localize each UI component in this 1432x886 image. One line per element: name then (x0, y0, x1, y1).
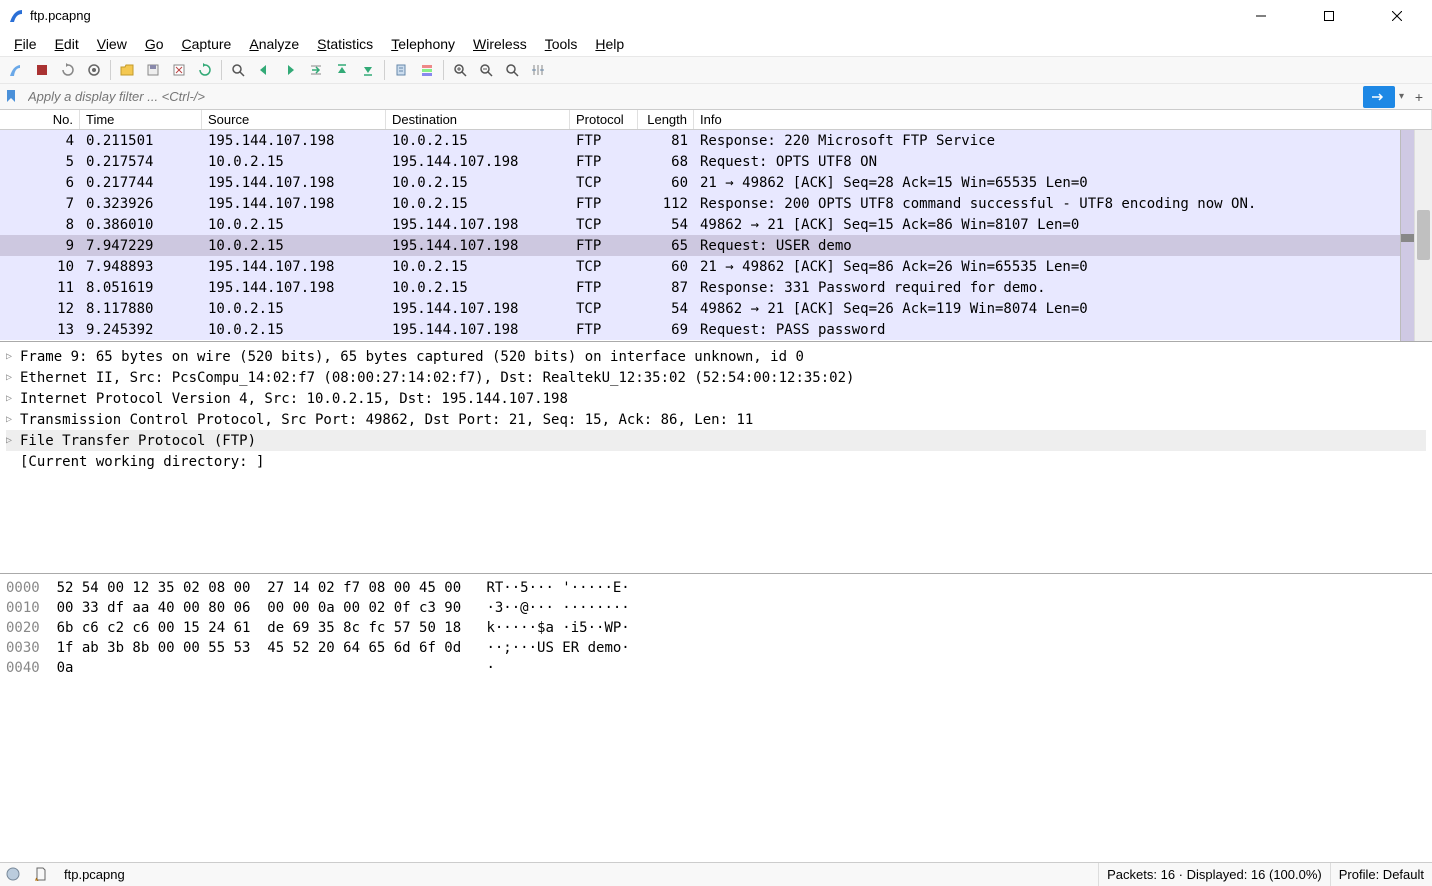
packet-row[interactable]: 70.323926195.144.107.19810.0.2.15FTP112R… (0, 193, 1432, 214)
goto-first-icon[interactable] (330, 58, 354, 82)
reload-icon[interactable] (193, 58, 217, 82)
hex-row[interactable]: 0000 52 54 00 12 35 02 08 00 27 14 02 f7… (6, 578, 1426, 598)
find-packet-icon[interactable] (226, 58, 250, 82)
zoom-reset-icon[interactable] (500, 58, 524, 82)
packet-row[interactable]: 128.11788010.0.2.15195.144.107.198TCP544… (0, 298, 1432, 319)
display-filter-input[interactable] (24, 86, 1359, 108)
menu-capture[interactable]: Capture (174, 34, 240, 54)
menu-statistics[interactable]: Statistics (309, 34, 381, 54)
menu-help[interactable]: Help (587, 34, 632, 54)
packet-row[interactable]: 139.24539210.0.2.15195.144.107.198FTP69R… (0, 319, 1432, 340)
column-length[interactable]: Length (638, 110, 694, 129)
packet-bytes-pane: 0000 52 54 00 12 35 02 08 00 27 14 02 f7… (0, 574, 1432, 862)
detail-text: Frame 9: 65 bytes on wire (520 bits), 65… (20, 349, 804, 365)
column-time[interactable]: Time (80, 110, 202, 129)
expand-caret-icon[interactable]: ▷ (6, 351, 20, 362)
close-file-icon[interactable] (167, 58, 191, 82)
packet-list-pane: No. Time Source Destination Protocol Len… (0, 110, 1432, 342)
colorize-icon[interactable] (415, 58, 439, 82)
detail-text: [Current working directory: ] (20, 454, 264, 470)
filter-expression-button[interactable] (1363, 86, 1395, 108)
status-file: ftp.pcapng (56, 863, 1099, 886)
filter-dropdown-icon[interactable]: ▾ (1395, 91, 1408, 102)
detail-node[interactable]: ▷Ethernet II, Src: PcsCompu_14:02:f7 (08… (6, 367, 1426, 388)
zoom-in-icon[interactable] (448, 58, 472, 82)
detail-node[interactable]: ▷Internet Protocol Version 4, Src: 10.0.… (6, 388, 1426, 409)
packet-minimap[interactable] (1400, 130, 1414, 341)
save-file-icon[interactable] (141, 58, 165, 82)
packet-row[interactable]: 97.94722910.0.2.15195.144.107.198FTP65Re… (0, 235, 1432, 256)
column-destination[interactable]: Destination (386, 110, 570, 129)
goto-packet-icon[interactable] (304, 58, 328, 82)
add-filter-button[interactable]: + (1410, 86, 1428, 108)
start-capture-icon[interactable] (4, 58, 28, 82)
autoscroll-icon[interactable] (389, 58, 413, 82)
menu-view[interactable]: View (89, 34, 135, 54)
expand-caret-icon[interactable]: ▷ (6, 435, 20, 446)
menu-file[interactable]: File (6, 34, 45, 54)
expand-caret-icon[interactable]: ▷ (6, 372, 20, 383)
app-icon (8, 8, 24, 24)
goto-last-icon[interactable] (356, 58, 380, 82)
menu-telephony[interactable]: Telephony (383, 34, 463, 54)
column-protocol[interactable]: Protocol (570, 110, 638, 129)
statusbar: ftp.pcapng Packets: 16 · Displayed: 16 (… (0, 862, 1432, 886)
detail-node[interactable]: ▷Frame 9: 65 bytes on wire (520 bits), 6… (6, 346, 1426, 367)
hex-row[interactable]: 0010 00 33 df aa 40 00 80 06 00 00 0a 00… (6, 598, 1426, 618)
toolbar (0, 56, 1432, 84)
detail-node[interactable]: ▷Transmission Control Protocol, Src Port… (6, 409, 1426, 430)
packet-row[interactable]: 118.051619195.144.107.19810.0.2.15FTP87R… (0, 277, 1432, 298)
column-info[interactable]: Info (694, 110, 1432, 129)
close-button[interactable] (1374, 1, 1420, 31)
zoom-out-icon[interactable] (474, 58, 498, 82)
packet-row[interactable]: 80.38601010.0.2.15195.144.107.198TCP5449… (0, 214, 1432, 235)
expert-info-icon[interactable] (6, 867, 22, 883)
menu-wireless[interactable]: Wireless (465, 34, 535, 54)
window-title: ftp.pcapng (30, 8, 1238, 23)
packet-row[interactable]: 40.211501195.144.107.19810.0.2.15FTP81Re… (0, 130, 1432, 151)
hex-row[interactable]: 0030 1f ab 3b 8b 00 00 55 53 45 52 20 64… (6, 638, 1426, 658)
expand-caret-icon[interactable]: ▷ (6, 393, 20, 404)
detail-node[interactable]: [Current working directory: ] (6, 451, 1426, 472)
menubar: FileEditViewGoCaptureAnalyzeStatisticsTe… (0, 32, 1432, 56)
packet-details-pane: ▷Frame 9: 65 bytes on wire (520 bits), 6… (0, 342, 1432, 574)
hex-row[interactable]: 0040 0a · (6, 658, 1426, 678)
go-forward-icon[interactable] (278, 58, 302, 82)
packet-row[interactable]: 50.21757410.0.2.15195.144.107.198FTP68Re… (0, 151, 1432, 172)
detail-text: Internet Protocol Version 4, Src: 10.0.2… (20, 391, 568, 407)
open-file-icon[interactable] (115, 58, 139, 82)
maximize-button[interactable] (1306, 1, 1352, 31)
resize-columns-icon[interactable] (526, 58, 550, 82)
detail-text: Transmission Control Protocol, Src Port:… (20, 412, 753, 428)
go-back-icon[interactable] (252, 58, 276, 82)
capture-options-icon[interactable] (82, 58, 106, 82)
detail-text: File Transfer Protocol (FTP) (20, 433, 256, 449)
menu-edit[interactable]: Edit (47, 34, 87, 54)
packet-row[interactable]: 60.217744195.144.107.19810.0.2.15TCP6021… (0, 172, 1432, 193)
filter-bar: ▾ + (0, 84, 1432, 110)
titlebar: ftp.pcapng (0, 0, 1432, 32)
column-source[interactable]: Source (202, 110, 386, 129)
minimize-button[interactable] (1238, 1, 1284, 31)
restart-capture-icon[interactable] (56, 58, 80, 82)
packet-list-scrollbar[interactable] (1414, 130, 1432, 341)
packet-row[interactable]: 107.948893195.144.107.19810.0.2.15TCP602… (0, 256, 1432, 277)
column-no[interactable]: No. (0, 110, 80, 129)
detail-node[interactable]: ▷File Transfer Protocol (FTP) (6, 430, 1426, 451)
status-packets: Packets: 16 · Displayed: 16 (100.0%) (1099, 863, 1331, 886)
status-profile[interactable]: Profile: Default (1331, 863, 1432, 886)
menu-go[interactable]: Go (137, 34, 172, 54)
packet-list-header: No. Time Source Destination Protocol Len… (0, 110, 1432, 130)
menu-tools[interactable]: Tools (537, 34, 586, 54)
expand-caret-icon[interactable]: ▷ (6, 414, 20, 425)
hex-row[interactable]: 0020 6b c6 c2 c6 00 15 24 61 de 69 35 8c… (6, 618, 1426, 638)
stop-capture-icon[interactable] (30, 58, 54, 82)
detail-text: Ethernet II, Src: PcsCompu_14:02:f7 (08:… (20, 370, 854, 386)
bookmark-icon[interactable] (4, 89, 20, 105)
capture-file-properties-icon[interactable] (34, 867, 50, 883)
menu-analyze[interactable]: Analyze (241, 34, 307, 54)
